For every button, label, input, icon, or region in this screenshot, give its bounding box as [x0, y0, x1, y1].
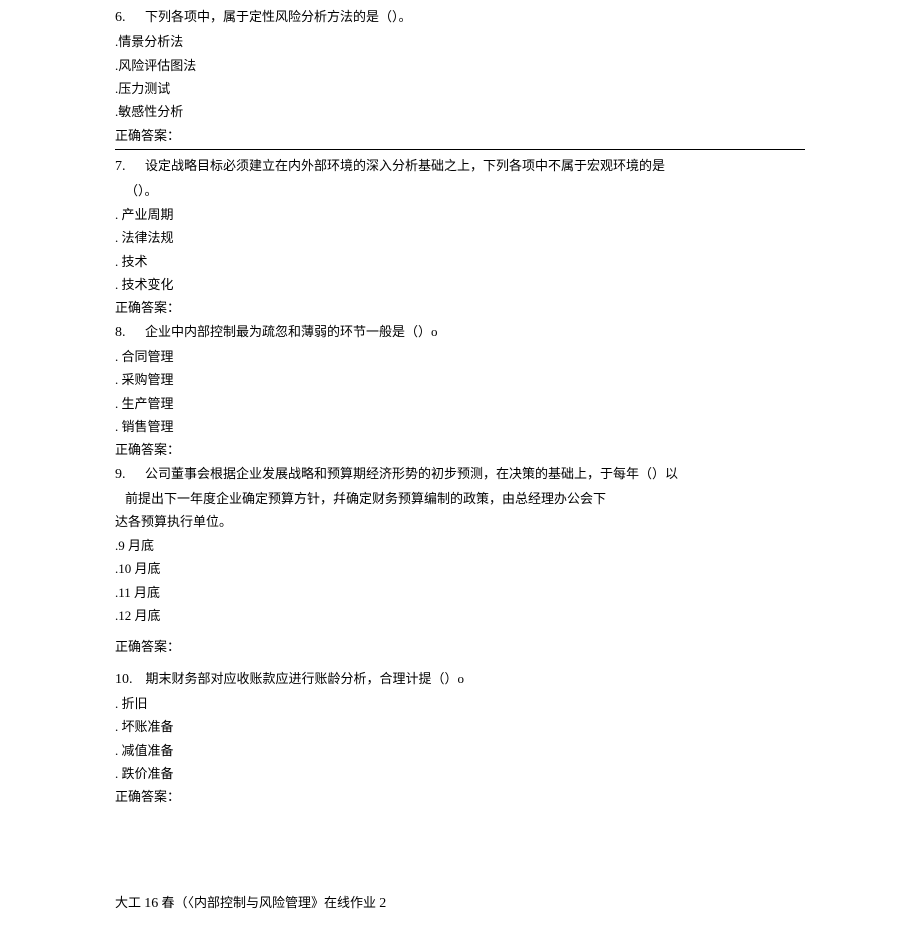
question-text-cont2: 达各预算执行单位。 [115, 510, 805, 533]
footer-text: 大工 16 春（〈内部控制与风险管理》在线作业 2 [115, 891, 805, 916]
question-number: 9. [115, 467, 126, 482]
question-text: 期末财务部对应收账款应进行账龄分析，合理计提（）o [146, 671, 465, 686]
question-number: 7. [115, 159, 126, 174]
option: . 坏账准备 [115, 715, 805, 738]
option: .情景分析法 [115, 30, 805, 53]
question-number: 10. [115, 672, 133, 687]
option: . 生产管理 [115, 392, 805, 415]
question-text: 公司董事会根据企业发展战略和预算期经济形势的初步预测，在决策的基础上，于每年（）… [145, 466, 678, 481]
question-10-stem: 10. 期末财务部对应收账款应进行账龄分析，合理计提（）o [115, 667, 805, 692]
question-text-cont: （）。 [115, 179, 805, 202]
option: . 技术 [115, 250, 805, 273]
question-8: 8. 企业中内部控制最为疏忽和薄弱的环节一般是（）o . 合同管理 . 采购管理… [115, 320, 805, 462]
document-content: 6. 下列各项中，属于定性风险分析方法的是（）。 .情景分析法 .风险评估图法 … [0, 0, 920, 936]
option: .11 月底 [115, 581, 805, 604]
answer-label: 正确答案： [115, 296, 805, 319]
question-6-stem: 6. 下列各项中，属于定性风险分析方法的是（）。 [115, 5, 805, 30]
question-8-stem: 8. 企业中内部控制最为疏忽和薄弱的环节一般是（）o [115, 320, 805, 345]
option: .敏感性分析 [115, 100, 805, 123]
option: .压力测试 [115, 77, 805, 100]
question-text-cont: 前提出下一年度企业确定预算方针，幷确定财务预算编制的政策，由总经理办公会下 [115, 487, 805, 510]
question-7-stem: 7. 设定战略目标必须建立在内外部环境的深入分析基础之上，下列各项中不属于宏观环… [115, 154, 805, 179]
question-7: 7. 设定战略目标必须建立在内外部环境的深入分析基础之上，下列各项中不属于宏观环… [115, 154, 805, 320]
question-text: 企业中内部控制最为疏忽和薄弱的环节一般是（）o [145, 324, 438, 339]
option: . 技术变化 [115, 273, 805, 296]
option: . 产业周期 [115, 203, 805, 226]
question-9: 9. 公司董事会根据企业发展战略和预算期经济形势的初步预测，在决策的基础上，于每… [115, 462, 805, 659]
option: . 采购管理 [115, 368, 805, 391]
option: . 合同管理 [115, 345, 805, 368]
answer-label: 正确答案： [115, 785, 805, 808]
option: .9 月底 [115, 534, 805, 557]
answer-label: 正确答案： [115, 438, 805, 461]
question-number: 6. [115, 10, 126, 25]
option: .风险评估图法 [115, 54, 805, 77]
option: .10 月底 [115, 557, 805, 580]
answer-label: 正确答案： [115, 635, 805, 658]
question-text: 下列各项中，属于定性风险分析方法的是（）。 [145, 9, 412, 24]
option: . 折旧 [115, 692, 805, 715]
answer-label: 正确答案： [115, 124, 805, 147]
option: . 法律法规 [115, 226, 805, 249]
option: . 跌价准备 [115, 762, 805, 785]
option: . 销售管理 [115, 415, 805, 438]
divider [115, 149, 805, 150]
question-6: 6. 下列各项中，属于定性风险分析方法的是（）。 .情景分析法 .风险评估图法 … [115, 5, 805, 147]
question-text: 设定战略目标必须建立在内外部环境的深入分析基础之上，下列各项中不属于宏观环境的是 [145, 158, 665, 173]
question-number: 8. [115, 325, 126, 340]
question-9-stem: 9. 公司董事会根据企业发展战略和预算期经济形势的初步预测，在决策的基础上，于每… [115, 462, 805, 487]
option: . 减值准备 [115, 739, 805, 762]
question-10: 10. 期末财务部对应收账款应进行账龄分析，合理计提（）o . 折旧 . 坏账准… [115, 667, 805, 809]
option: .12 月底 [115, 604, 805, 627]
spacer [115, 809, 805, 891]
